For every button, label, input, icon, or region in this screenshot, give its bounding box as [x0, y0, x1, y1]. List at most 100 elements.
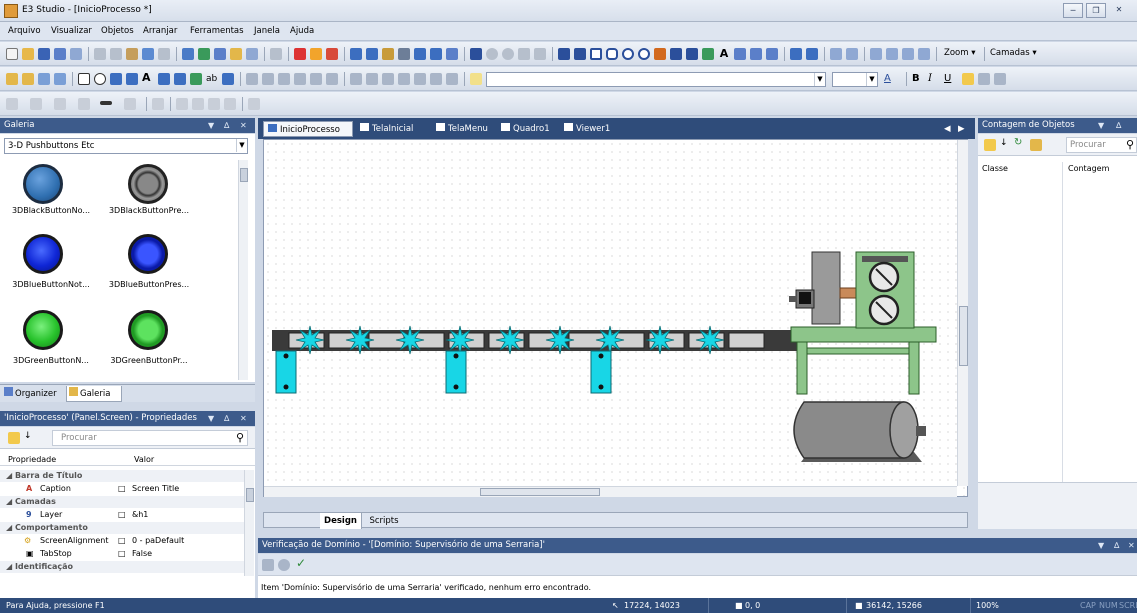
- polygon-icon[interactable]: [670, 48, 682, 60]
- font-size-combo[interactable]: ▼: [832, 72, 878, 87]
- rectangle-icon[interactable]: [590, 48, 602, 60]
- label-control-icon[interactable]: A: [142, 72, 154, 84]
- alarm-icon[interactable]: [430, 48, 442, 60]
- group-icon[interactable]: [902, 48, 914, 60]
- dropdown-icon[interactable]: ▼: [1098, 118, 1104, 133]
- categorized-icon[interactable]: [984, 139, 996, 151]
- scroll-thumb[interactable]: [240, 168, 248, 182]
- align-text-right-icon[interactable]: [994, 73, 1006, 85]
- ungroup-icon[interactable]: [918, 48, 930, 60]
- galeria-category-select[interactable]: 3-D Pushbuttons Etc ▼: [4, 138, 248, 154]
- space-vert-icon[interactable]: [414, 73, 426, 85]
- minimize-button[interactable]: ─: [1063, 3, 1083, 18]
- menu-ferramentas[interactable]: Ferramentas: [190, 26, 244, 36]
- database-icon[interactable]: [382, 48, 394, 60]
- save-all-icon[interactable]: [54, 48, 66, 60]
- folder-icon[interactable]: [6, 73, 18, 85]
- prop-category[interactable]: ◢ Comportamento: [0, 522, 246, 534]
- open-icon[interactable]: [22, 48, 34, 60]
- pin-icon[interactable]: ∆: [224, 411, 229, 426]
- electric-motor[interactable]: [793, 401, 926, 462]
- scrollbar-control-icon[interactable]: [126, 73, 138, 85]
- gallery-label-4[interactable]: 3DGreenButtonN...: [6, 356, 96, 365]
- close-icon[interactable]: ✕: [1128, 538, 1135, 553]
- gallery-button-4[interactable]: [23, 310, 63, 350]
- align-top-icon[interactable]: [278, 73, 290, 85]
- same-width-icon[interactable]: [350, 73, 362, 85]
- tab-galeria[interactable]: Galeria: [66, 386, 122, 402]
- pen-icon[interactable]: [654, 48, 666, 60]
- textbox-control-icon[interactable]: ab: [206, 73, 218, 85]
- alarm-control-icon[interactable]: [54, 73, 66, 85]
- border-icon[interactable]: [208, 98, 220, 110]
- link-icon[interactable]: [270, 48, 282, 60]
- tab-inicioprocesso[interactable]: InicioProcesso *✕: [263, 121, 353, 151]
- gradient-icon[interactable]: [176, 98, 188, 110]
- paste-icon[interactable]: [126, 48, 138, 60]
- tab-telamenu[interactable]: TelaMenu: [436, 121, 496, 137]
- chart-control-icon[interactable]: [38, 73, 50, 85]
- sum-icon[interactable]: [398, 48, 410, 60]
- layers-dropdown[interactable]: Camadas ▾: [990, 48, 1037, 58]
- close-icon[interactable]: ✕: [240, 411, 247, 426]
- refresh-icon[interactable]: ↻: [1014, 137, 1022, 148]
- dash-style-icon[interactable]: [78, 98, 90, 110]
- list-control-icon[interactable]: [110, 73, 122, 85]
- stop-icon[interactable]: [294, 48, 306, 60]
- pointer-icon[interactable]: [470, 48, 482, 60]
- picture-control-icon[interactable]: [190, 73, 202, 85]
- italic-icon[interactable]: I: [928, 73, 932, 84]
- sort-icon[interactable]: ↓: [1000, 138, 1008, 148]
- prop-row[interactable]: 9 Layer □ &h1: [0, 509, 246, 521]
- radio-control-icon[interactable]: [94, 73, 106, 85]
- scroll-right-icon[interactable]: ▶: [958, 121, 968, 137]
- gallery-button-3[interactable]: [128, 234, 168, 274]
- saw-table[interactable]: [790, 326, 937, 395]
- snap-grid-icon[interactable]: [470, 73, 482, 85]
- prop-category[interactable]: ◢ Identificação: [0, 561, 246, 573]
- counter-search[interactable]: Procurar ⚲: [1066, 137, 1137, 153]
- line-icon[interactable]: [558, 48, 570, 60]
- query-icon[interactable]: [446, 48, 458, 60]
- alphabetical-icon[interactable]: ↓: [24, 431, 32, 441]
- gallery-label-3[interactable]: 3DBlueButtonPres...: [104, 280, 194, 289]
- object-name-combo[interactable]: ▼: [486, 72, 826, 87]
- canvas-hscroll[interactable]: [264, 486, 957, 497]
- screen-canvas[interactable]: [263, 139, 968, 497]
- new-icon[interactable]: [6, 48, 18, 60]
- gallery-label-0[interactable]: 3DBlackButtonNo...: [6, 206, 96, 215]
- chart-icon[interactable]: [790, 48, 802, 60]
- zoom-dropdown[interactable]: Zoom ▾: [944, 48, 975, 58]
- gallery-label-1[interactable]: 3DBlackButtonPre...: [104, 206, 194, 215]
- line-color-icon[interactable]: [30, 98, 42, 110]
- menu-arranjar[interactable]: Arranjar: [143, 26, 177, 36]
- pin-icon[interactable]: ∆: [224, 118, 229, 133]
- cut-icon[interactable]: [94, 48, 106, 60]
- chevron-down-icon[interactable]: ▼: [814, 73, 825, 86]
- report-icon[interactable]: [414, 48, 426, 60]
- search-icon[interactable]: ⚲: [1126, 138, 1134, 151]
- save-icon[interactable]: [38, 48, 50, 60]
- toggle-control-icon[interactable]: [222, 73, 234, 85]
- prop-row[interactable]: ⚙ ScreenAlignment □ 0 - paDefault: [0, 535, 246, 547]
- text-icon[interactable]: A: [718, 48, 730, 60]
- dropdown-icon[interactable]: ▼: [208, 118, 214, 133]
- prop-category[interactable]: ◢ Camadas: [0, 496, 246, 508]
- combo-control-icon[interactable]: [158, 73, 170, 85]
- rotate-icon[interactable]: [502, 48, 514, 60]
- align-center-icon[interactable]: [326, 73, 338, 85]
- server-icon[interactable]: [366, 48, 378, 60]
- bold-icon[interactable]: B: [912, 73, 920, 84]
- close-icon[interactable]: ✕: [240, 118, 247, 133]
- tab-viewer1[interactable]: Viewer1: [564, 121, 624, 137]
- saw-head[interactable]: [789, 251, 915, 329]
- gallery-label-2[interactable]: 3DBlueButtonNot...: [6, 280, 96, 289]
- align-left-icon[interactable]: [830, 48, 842, 60]
- tab-scripts[interactable]: Scripts: [364, 513, 404, 529]
- prop-row[interactable]: ▣ TabStop □ False: [0, 548, 246, 560]
- gallery-button-0[interactable]: [23, 164, 63, 204]
- menu-visualizar[interactable]: Visualizar: [51, 26, 92, 36]
- center-horiz-icon[interactable]: [430, 73, 442, 85]
- space-horiz-icon[interactable]: [398, 73, 410, 85]
- properties-scrollbar[interactable]: [244, 470, 254, 576]
